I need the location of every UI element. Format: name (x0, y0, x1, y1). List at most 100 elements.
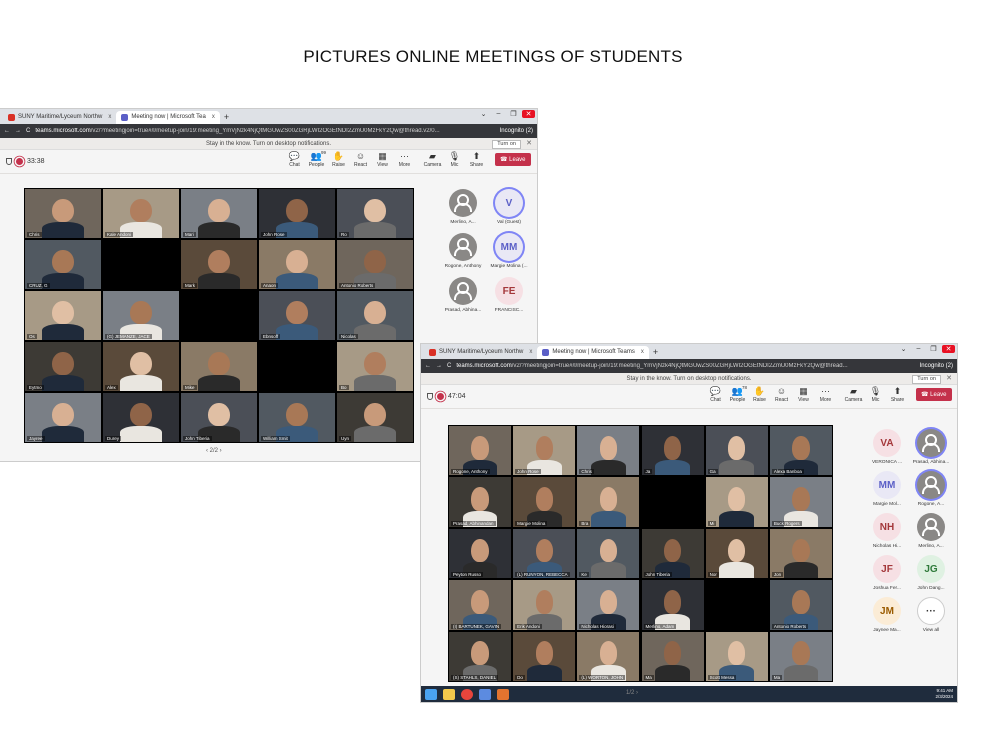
forward-icon[interactable]: → (436, 363, 442, 369)
more-button[interactable]: ··· More (816, 386, 835, 403)
close-tab-icon[interactable]: x (529, 346, 532, 359)
roster-participant[interactable]: Rogone, Anthony (440, 233, 486, 269)
chat-button[interactable]: 💬 Chat (706, 386, 725, 403)
maximize-button[interactable]: ❐ (927, 345, 940, 353)
video-tile[interactable]: Scott Messa (705, 631, 768, 681)
forward-icon[interactable]: → (15, 128, 21, 134)
video-tile[interactable]: (G) JEMANZE, JACE (103, 291, 179, 340)
video-tile[interactable]: Buck Rogers (769, 477, 832, 527)
video-tile[interactable]: Ke (577, 528, 640, 579)
video-tile[interactable]: Prasad, Abhinandan (449, 477, 512, 527)
video-tile[interactable]: Chris (25, 189, 101, 238)
close-tab-icon[interactable]: x (108, 111, 111, 124)
close-icon[interactable]: ✕ (946, 374, 952, 382)
windows-start-icon[interactable] (425, 688, 437, 700)
video-tile[interactable]: Kale Andoni (103, 189, 179, 238)
more-button[interactable]: ··· More (395, 151, 414, 168)
maximize-button[interactable]: ❐ (507, 110, 520, 118)
roster-participant[interactable]: JF Joshua Fer... (865, 555, 909, 591)
video-tile[interactable]: (S) STAHLS, DANIEL (449, 631, 512, 681)
roster-participant[interactable]: VA VERONICA ... (865, 429, 909, 465)
roster-participant[interactable]: FE FRANCISC... (486, 277, 532, 313)
tab-search-icon[interactable]: ⌄ (477, 110, 490, 118)
video-tile[interactable]: Ma (641, 631, 704, 681)
video-tile[interactable]: Bo (337, 342, 413, 391)
raise-hand-button[interactable]: ✋ Raise (329, 151, 348, 168)
view-button[interactable]: ▦ View (794, 386, 813, 403)
video-tile[interactable]: Rogone, Anthony (449, 426, 512, 476)
video-tile[interactable]: Nor (705, 528, 768, 579)
reload-icon[interactable]: C (26, 128, 30, 134)
back-icon[interactable]: ← (425, 363, 431, 369)
video-tile[interactable]: Margie Molina (513, 477, 576, 527)
video-tile[interactable]: John Tiberia (181, 393, 257, 442)
leave-button[interactable]: ☎ Leave (495, 153, 531, 166)
video-tile[interactable]: Mi (705, 477, 768, 527)
video-tile[interactable]: Os (25, 291, 101, 340)
video-tile[interactable]: Do (513, 631, 576, 681)
mic-off-button[interactable]: 🎙 Mic (866, 386, 885, 403)
react-button[interactable]: ☺ React (351, 151, 370, 168)
video-tile[interactable]: Mari (181, 189, 257, 238)
browser-tab-teams[interactable]: Meeting now | Microsoft Tea x (116, 111, 220, 124)
video-tile[interactable]: Ja (641, 426, 704, 476)
video-tile[interactable]: Alex (103, 342, 179, 391)
video-tile[interactable]: Chris (577, 426, 640, 476)
roster-participant[interactable]: V Val (Guest) (486, 189, 532, 225)
roster-participant[interactable]: ··· View all (909, 597, 953, 633)
video-tile[interactable]: John Rose (513, 426, 576, 476)
video-tile[interactable]: Mike (181, 342, 257, 391)
leave-button[interactable]: ☎ Leave (916, 388, 952, 401)
close-window-button[interactable]: ✕ (942, 345, 955, 353)
roster-participant[interactable]: Merlino, A... (909, 513, 953, 549)
video-tile[interactable]: CRUZ, G (25, 240, 101, 289)
app-icon[interactable] (479, 688, 491, 700)
page-indicator[interactable]: ‹ 2/2 › (206, 448, 222, 454)
close-tab-icon[interactable]: x (212, 111, 215, 124)
video-tile[interactable]: Ma (769, 631, 832, 681)
video-tile[interactable]: (I) BARTUNEK, GAVIN (449, 580, 512, 630)
video-tile[interactable]: Jon (769, 528, 832, 579)
mic-off-button[interactable]: 🎙 Mic (445, 151, 464, 168)
turn-on-button[interactable]: Turn on (912, 375, 941, 384)
video-tile[interactable]: Mark (181, 240, 257, 289)
browser-tab-teams[interactable]: Meeting now | Microsoft Teams x (537, 346, 649, 359)
close-tab-icon[interactable]: x (641, 346, 644, 359)
video-tile[interactable]: Uyn (337, 393, 413, 442)
roster-participant[interactable]: Rogone, A... (909, 471, 953, 507)
video-tile[interactable]: Ro (337, 189, 413, 238)
powerpoint-icon[interactable] (497, 688, 509, 700)
roster-participant[interactable]: MM Margie Mol... (865, 471, 909, 507)
people-button[interactable]: 👥 78 People (728, 385, 747, 403)
browser-tab-gmail[interactable]: SUNY Maritime/Lyceum Northw x (3, 111, 116, 124)
roster-participant[interactable]: Prasad, Abhina... (440, 277, 486, 313)
video-tile[interactable]: Durey (103, 393, 179, 442)
video-tile[interactable]: John Rose (259, 189, 335, 238)
video-tile[interactable]: (L) RUNYON, REBECCA (513, 528, 576, 579)
video-tile[interactable]: Erik Andoni (513, 580, 576, 630)
browser-tab-gmail[interactable]: SUNY Maritime/Lyceum Northw x (424, 346, 537, 359)
url-field[interactable]: teams.microsoft.com/v2/?meetingjoin=true… (456, 363, 914, 369)
video-tile[interactable]: Alexa Banboa (769, 426, 832, 476)
roster-participant[interactable]: JG John Dang... (909, 555, 953, 591)
page-indicator[interactable]: 1/2 › (626, 690, 638, 696)
incognito-badge[interactable]: Incognito (2) (920, 363, 953, 369)
people-button[interactable]: 👥 99 People (307, 150, 326, 168)
video-tile[interactable]: (L) WORTON, JOHN (577, 631, 640, 681)
raise-hand-button[interactable]: ✋ Raise (750, 386, 769, 403)
incognito-badge[interactable]: Incognito (2) (500, 128, 533, 134)
video-tile[interactable]: Eytmo (25, 342, 101, 391)
video-tile[interactable]: Jayree (25, 393, 101, 442)
file-explorer-icon[interactable] (443, 688, 455, 700)
video-tile[interactable]: Anaon (259, 240, 335, 289)
url-field[interactable]: teams.microsoft.com/v2/?meetingjoin=true… (35, 128, 494, 134)
roster-participant[interactable]: Prasad, Abhina... (909, 429, 953, 465)
video-tile[interactable]: Ga (705, 426, 768, 476)
video-tile[interactable]: Antonio Roberts (769, 580, 832, 630)
video-tile[interactable]: Ebnsoff (259, 291, 335, 340)
roster-participant[interactable]: MM Margie Molina (... (486, 233, 532, 269)
share-button[interactable]: ⬆ Share (467, 151, 486, 168)
close-icon[interactable]: ✕ (526, 139, 532, 147)
roster-participant[interactable]: JM Jaynee Ma... (865, 597, 909, 633)
minimize-button[interactable]: – (912, 345, 925, 353)
